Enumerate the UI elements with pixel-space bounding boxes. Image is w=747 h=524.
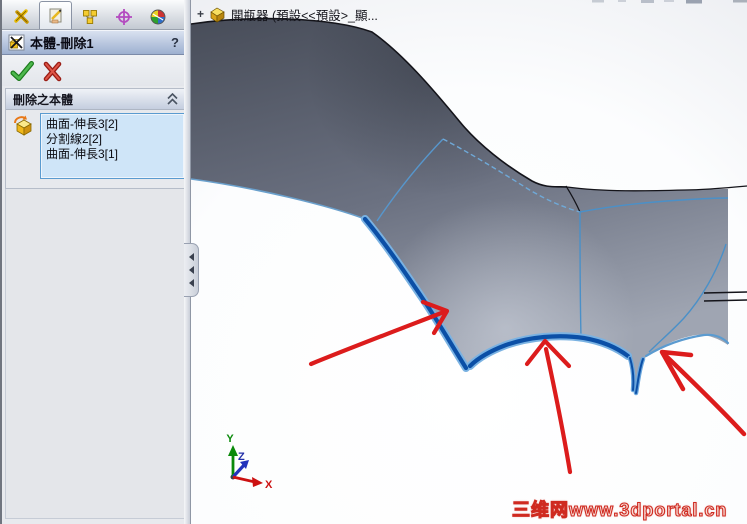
list-item[interactable]: 曲面-伸長3[1] [46, 147, 179, 162]
tab-dimxpertmanager[interactable] [107, 4, 140, 29]
displaymanager-icon [150, 9, 165, 25]
group-header-label: 刪除之本體 [13, 92, 74, 107]
configurationmanager-icon [82, 10, 97, 24]
bodies-to-delete-listbox[interactable]: 曲面-伸長3[2] 分割線2[2] 曲面-伸長3[1] [40, 113, 185, 179]
dimxpertmanager-icon [115, 9, 132, 25]
propertymanager-icon [49, 8, 61, 23]
help-button[interactable]: ? [171, 35, 185, 50]
ok-check-icon[interactable] [10, 60, 34, 82]
group-header[interactable]: 刪除之本體 [6, 89, 186, 110]
propertymanager-title-bar: 本體-刪除1 ? [2, 30, 191, 55]
list-item[interactable]: 分割線2[2] [46, 132, 179, 147]
triad-y-label: Y [226, 433, 234, 445]
collapse-left-arrow-icon [188, 279, 194, 287]
ok-cancel-row [2, 55, 191, 86]
panel-empty-area [5, 189, 187, 519]
collapse-left-arrow-icon [188, 266, 194, 274]
tab-displaymanager[interactable] [141, 4, 174, 29]
delete-body-icon [8, 34, 25, 51]
graphics-viewport[interactable]: Y Z X [191, 0, 747, 524]
delete-bodies-group: 刪除之本體 曲面-伸長3[2] 分割線2[2] 曲面-伸長3[1] [5, 88, 187, 189]
part-document-icon [210, 7, 225, 23]
tree-expand-icon[interactable]: + [197, 7, 209, 21]
collapse-left-arrow-icon [188, 253, 194, 261]
featuremanager-tree-icon [13, 9, 29, 24]
property-manager-panel: 本體-刪除1 ? 刪除之本體 曲面-伸長3[2] 分割線2[2] 曲面-伸長3[… [0, 0, 191, 524]
cancel-x-icon[interactable] [43, 60, 63, 82]
tab-featuremanager[interactable] [5, 4, 38, 29]
manager-tab-bar [2, 0, 191, 30]
panel-splitter-handle[interactable] [184, 243, 199, 297]
flyout-feature-tree[interactable]: + 開瓶器 (預設<<預設>_顯... [197, 5, 378, 23]
list-item[interactable]: 曲面-伸長3[2] [46, 117, 179, 132]
triad-z-label: Z [238, 451, 245, 463]
triad-x-label: X [265, 479, 273, 491]
watermark: 三维网www.3dportal.cn [511, 499, 728, 520]
collapse-chevron-icon[interactable] [166, 93, 179, 105]
tab-propertymanager[interactable] [39, 1, 72, 29]
part-name-label[interactable]: 開瓶器 (預設<<預設>_顯... [231, 5, 378, 24]
tab-configurationmanager[interactable] [73, 4, 106, 29]
solid-bodies-icon [14, 115, 32, 136]
group-body: 曲面-伸長3[2] 分割線2[2] 曲面-伸長3[1] [6, 110, 186, 188]
panel-title: 本體-刪除1 [30, 36, 94, 51]
